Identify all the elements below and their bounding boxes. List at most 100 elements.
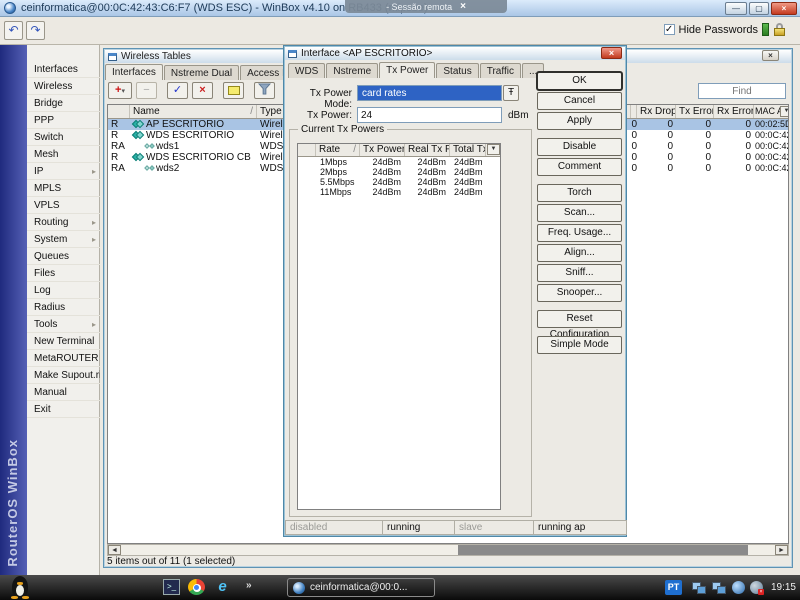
torch-button[interactable]: Torch — [537, 184, 622, 202]
winbox-globe-icon — [4, 2, 16, 14]
sidebar-item-radius[interactable]: Radius — [27, 299, 100, 316]
sidebar-item-vpls[interactable]: VPLS — [27, 197, 100, 214]
quicklaunch-overflow-chevron[interactable]: » — [246, 580, 252, 591]
table-row[interactable]: 11Mbps 24dBm 24dBm 24dBm — [298, 187, 500, 197]
sidebar-item-new-terminal[interactable]: New Terminal — [27, 333, 100, 350]
tray-alert-icon[interactable]: × — [749, 581, 764, 595]
sidebar-item-ppp[interactable]: PPP — [27, 112, 100, 129]
internet-explorer-launcher-icon[interactable]: e — [214, 579, 231, 595]
sidebar-item-ip[interactable]: IP ▸ — [27, 163, 100, 180]
find-input[interactable] — [698, 83, 786, 99]
table-row[interactable]: 2Mbps 24dBm 24dBm 24dBm — [298, 167, 500, 177]
table-row[interactable]: 5.5Mbps 24dBm 24dBm 24dBm — [298, 177, 500, 187]
wireless-tables-close-button[interactable]: × — [762, 50, 779, 61]
disable-button[interactable]: Disable — [537, 138, 622, 156]
rate-column-header[interactable]: Rate / — [316, 144, 360, 156]
tx-power-column-header[interactable]: Tx Power — [360, 144, 405, 156]
tab-interfaces[interactable]: Interfaces — [105, 64, 163, 80]
sidebar-item-interfaces[interactable]: Interfaces — [27, 61, 100, 78]
scroll-left-button[interactable]: ◄ — [108, 545, 121, 555]
network-icon[interactable] — [691, 581, 707, 594]
remote-session-close-icon[interactable]: × — [460, 1, 466, 12]
sidebar-item-queues[interactable]: Queues — [27, 248, 100, 265]
scroll-right-button[interactable]: ► — [775, 545, 788, 555]
horizontal-scrollbar[interactable]: ◄ ► — [107, 544, 789, 556]
hide-passwords-checkbox[interactable]: ✓ — [663, 24, 675, 35]
tab-nstreme-dual[interactable]: Nstreme Dual — [163, 65, 240, 80]
network-icon[interactable] — [711, 581, 727, 594]
tray-app-icon[interactable] — [731, 581, 745, 594]
sidebar-item-wireless[interactable]: Wireless — [27, 78, 100, 95]
add-button[interactable]: +▾ — [108, 82, 132, 99]
scrollbar-thumb[interactable] — [458, 545, 748, 555]
tab-wds[interactable]: WDS — [288, 63, 326, 78]
snooper-button[interactable]: Snooper... — [537, 284, 622, 302]
language-indicator[interactable]: PT — [664, 580, 682, 595]
tx-power-input[interactable] — [357, 107, 502, 123]
dropdown-button[interactable]: Ŧ — [503, 85, 519, 101]
column-menu-button[interactable]: ▼ — [780, 106, 788, 117]
blank-column-header[interactable] — [298, 144, 316, 156]
column-menu-button[interactable]: ▼ — [487, 144, 500, 155]
interface-dialog-titlebar[interactable]: Interface <AP ESCRITORIO> — [285, 47, 625, 60]
enable-button[interactable]: ✓ — [167, 82, 188, 99]
real-tx-column-header[interactable]: Real Tx P... — [405, 144, 450, 156]
rx-drops-column-header[interactable]: Rx Drops — [637, 105, 676, 118]
sidebar-item-mpls[interactable]: MPLS — [27, 180, 100, 197]
align-button[interactable]: Align... — [537, 244, 622, 262]
tab-status[interactable]: Status — [436, 63, 479, 78]
sidebar-item-exit[interactable]: Exit — [27, 401, 100, 418]
sidebar-item-make-supout[interactable]: Make Supout.rif — [27, 367, 100, 384]
comment-button[interactable]: Comment — [537, 158, 622, 176]
apply-button[interactable]: Apply — [537, 112, 622, 130]
redo-button[interactable]: ↷ — [26, 21, 45, 40]
table-row[interactable]: 1Mbps 24dBm 24dBm 24dBm — [298, 157, 500, 167]
chrome-launcher-icon[interactable] — [188, 579, 205, 595]
interface-dialog-close-button[interactable]: × — [601, 47, 622, 59]
sidebar-item-log[interactable]: Log — [27, 282, 100, 299]
close-button[interactable]: × — [771, 2, 797, 15]
sidebar-item-mesh[interactable]: Mesh — [27, 146, 100, 163]
undo-button[interactable]: ↶ — [4, 21, 23, 40]
terminal-launcher-icon[interactable]: >_ — [163, 579, 180, 595]
rx-errors-column-header[interactable]: Rx Errors — [714, 105, 754, 118]
wds-interface-icon — [144, 163, 155, 172]
tab-tx-power[interactable]: Tx Power — [379, 62, 436, 78]
ok-button[interactable]: OK — [537, 72, 622, 90]
remote-session-bar[interactable]: - Sessão remota × — [345, 0, 507, 13]
table-header-row: Rate/ Tx Power Real Tx P... Total Tx ...… — [298, 144, 500, 157]
sidebar: Interfaces Wireless Bridge PPP Switch Me… — [27, 45, 100, 575]
sniff-button[interactable]: Sniff... — [537, 264, 622, 282]
winbox-task-button[interactable]: ceinformatica@00:0... — [287, 578, 435, 597]
sidebar-item-system[interactable]: System ▸ — [27, 231, 100, 248]
freq-usage-button[interactable]: Freq. Usage... — [537, 224, 622, 242]
sidebar-item-manual[interactable]: Manual — [27, 384, 100, 401]
tx-power-mode-select[interactable]: card rates — [357, 85, 502, 101]
cancel-button[interactable]: Cancel — [537, 92, 622, 110]
minimize-button[interactable]: — — [725, 2, 747, 15]
reset-configuration-button[interactable]: Reset Configuration — [537, 310, 622, 340]
sidebar-item-bridge[interactable]: Bridge — [27, 95, 100, 112]
system-tray: PT × 19:15 — [664, 575, 796, 600]
tx-errors-column-header[interactable]: Tx Errors — [676, 105, 714, 118]
sidebar-item-routing[interactable]: Routing ▸ — [27, 214, 100, 231]
filter-button[interactable] — [254, 82, 275, 99]
maximize-button[interactable]: ▢ — [749, 2, 769, 15]
flag-column-header[interactable] — [108, 105, 130, 118]
sidebar-item-tools[interactable]: Tools ▸ — [27, 316, 100, 333]
tab-nstreme[interactable]: Nstreme — [326, 63, 379, 78]
sidebar-item-switch[interactable]: Switch — [27, 129, 100, 146]
name-column-header[interactable]: Name / — [130, 105, 257, 118]
scan-button[interactable]: Scan... — [537, 204, 622, 222]
status-slave: slave — [454, 520, 533, 535]
sidebar-item-files[interactable]: Files — [27, 265, 100, 282]
start-button-tux-icon[interactable] — [9, 576, 31, 599]
sidebar-item-metarouter[interactable]: MetaROUTER — [27, 350, 100, 367]
comment-button[interactable] — [223, 82, 244, 99]
total-tx-column-header[interactable]: Total Tx ... — [450, 144, 486, 156]
tab-traffic[interactable]: Traffic — [479, 63, 521, 78]
disable-button[interactable]: × — [192, 82, 213, 99]
mac-column-header[interactable]: MAC A ▼ — [754, 105, 788, 118]
remove-button[interactable]: − — [136, 82, 157, 99]
simple-mode-button[interactable]: Simple Mode — [537, 336, 622, 354]
